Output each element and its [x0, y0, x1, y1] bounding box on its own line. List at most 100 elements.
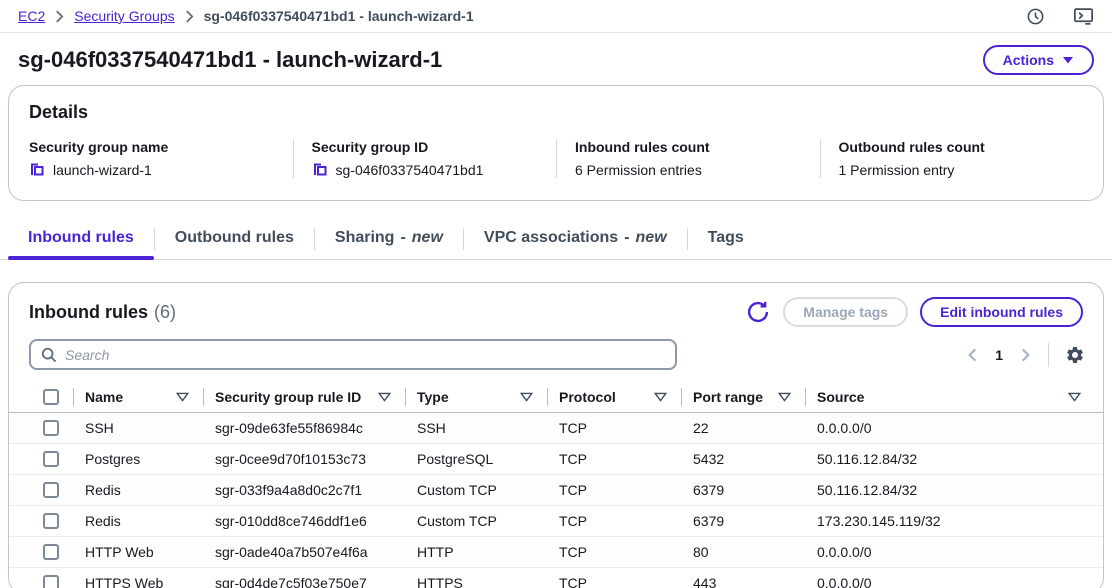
filter-icon[interactable]	[176, 392, 189, 402]
toolbar-divider	[1048, 343, 1049, 367]
breadcrumb-link-security-groups[interactable]: Security Groups	[74, 8, 174, 24]
breadcrumb-link-ec2[interactable]: EC2	[18, 8, 45, 24]
detail-label: Security group name	[29, 139, 293, 155]
cell-source: 0.0.0.0/0	[805, 575, 1095, 588]
breadcrumb-current: sg-046f0337540471bd1 - launch-wizard-1	[204, 8, 474, 24]
cloudshell-icon[interactable]	[1073, 7, 1094, 26]
edit-inbound-rules-button[interactable]: Edit inbound rules	[920, 297, 1083, 327]
row-checkbox[interactable]	[43, 513, 59, 529]
table-row[interactable]: Redis sgr-033f9a4a8d0c2c7f1 Custom TCP T…	[9, 475, 1103, 506]
table-row[interactable]: HTTP Web sgr-0ade40a7b507e4f6a HTTP TCP …	[9, 537, 1103, 568]
cell-name: Postgres	[73, 451, 203, 467]
detail-label: Inbound rules count	[575, 139, 820, 155]
row-checkbox[interactable]	[43, 575, 59, 588]
cell-port-range: 5432	[681, 451, 805, 467]
manage-tags-button[interactable]: Manage tags	[783, 297, 908, 327]
inbound-rules-panel: Inbound rules (6) Manage tags Edit inbou…	[8, 282, 1104, 588]
cell-port-range: 80	[681, 544, 805, 560]
chevron-right-icon	[185, 10, 194, 23]
row-checkbox[interactable]	[43, 544, 59, 560]
actions-button[interactable]: Actions	[983, 45, 1094, 75]
column-header-type[interactable]: Type	[405, 382, 547, 412]
pagination-prev-icon[interactable]	[966, 346, 979, 364]
tab-bar: Inbound rules Outbound rules Sharing-new…	[0, 219, 1112, 260]
filter-icon[interactable]	[778, 392, 791, 402]
cell-protocol: TCP	[547, 544, 681, 560]
tab-outbound-rules[interactable]: Outbound rules	[155, 219, 314, 259]
tab-inbound-rules[interactable]: Inbound rules	[8, 219, 154, 259]
table-row[interactable]: HTTPS Web sgr-0d4de7c5f03e750e7 HTTPS TC…	[9, 568, 1103, 588]
actions-button-label: Actions	[1003, 52, 1054, 68]
column-header-rule-id[interactable]: Security group rule ID	[203, 382, 405, 412]
details-grid: Security group name launch-wizard-1 Secu…	[29, 139, 1083, 178]
cell-source: 50.116.12.84/32	[805, 482, 1095, 498]
tab-vpc-associations[interactable]: VPC associations-new	[464, 219, 687, 259]
clock-icon[interactable]	[1026, 7, 1045, 26]
detail-value: 1 Permission entry	[839, 162, 955, 178]
column-header-name[interactable]: Name	[73, 382, 203, 412]
column-header-protocol[interactable]: Protocol	[547, 382, 681, 412]
pagination-next-icon[interactable]	[1019, 346, 1032, 364]
filter-icon[interactable]	[520, 392, 533, 402]
cell-protocol: TCP	[547, 575, 681, 588]
select-all-checkbox[interactable]	[43, 389, 59, 405]
row-checkbox[interactable]	[43, 482, 59, 498]
topbar-icons	[1026, 7, 1094, 26]
cell-rule-id: sgr-0ade40a7b507e4f6a	[203, 544, 405, 560]
cell-source: 50.116.12.84/32	[805, 451, 1095, 467]
search-box	[29, 339, 677, 370]
cell-type: SSH	[405, 420, 547, 436]
table-row[interactable]: Postgres sgr-0cee9d70f10153c73 PostgreSQ…	[9, 444, 1103, 475]
edit-inbound-rules-label: Edit inbound rules	[940, 304, 1063, 320]
copy-icon[interactable]	[312, 162, 328, 178]
table-row[interactable]: Redis sgr-010dd8ce746ddf1e6 Custom TCP T…	[9, 506, 1103, 537]
panel-count: (6)	[154, 302, 176, 323]
cell-name: HTTP Web	[73, 544, 203, 560]
detail-security-group-id: Security group ID sg-046f0337540471bd1	[293, 139, 557, 178]
cell-name: Redis	[73, 513, 203, 529]
detail-value: sg-046f0337540471bd1	[336, 162, 484, 178]
cell-type: HTTP	[405, 544, 547, 560]
cell-type: Custom TCP	[405, 482, 547, 498]
tab-tags[interactable]: Tags	[688, 219, 764, 259]
filter-icon[interactable]	[378, 392, 391, 402]
cell-name: Redis	[73, 482, 203, 498]
details-card: Details Security group name launch-wizar…	[8, 85, 1104, 201]
row-checkbox[interactable]	[43, 420, 59, 436]
cell-name: HTTPS Web	[73, 575, 203, 588]
manage-tags-label: Manage tags	[803, 304, 888, 320]
cell-protocol: TCP	[547, 451, 681, 467]
chevron-right-icon	[55, 10, 64, 23]
cell-protocol: TCP	[547, 420, 681, 436]
cell-rule-id: sgr-010dd8ce746ddf1e6	[203, 513, 405, 529]
row-checkbox[interactable]	[43, 451, 59, 467]
cell-rule-id: sgr-033f9a4a8d0c2c7f1	[203, 482, 405, 498]
details-heading: Details	[29, 102, 1083, 123]
cell-rule-id: sgr-0d4de7c5f03e750e7	[203, 575, 405, 588]
table-body: SSH sgr-09de63fe55f86984c SSH TCP 22 0.0…	[9, 413, 1103, 588]
page-title: sg-046f0337540471bd1 - launch-wizard-1	[18, 47, 442, 73]
tab-sharing[interactable]: Sharing-new	[315, 219, 463, 259]
column-header-port-range[interactable]: Port range	[681, 382, 805, 412]
detail-label: Security group ID	[312, 139, 557, 155]
table-row[interactable]: SSH sgr-09de63fe55f86984c SSH TCP 22 0.0…	[9, 413, 1103, 444]
cell-port-range: 22	[681, 420, 805, 436]
cell-name: SSH	[73, 420, 203, 436]
cell-protocol: TCP	[547, 482, 681, 498]
detail-security-group-name: Security group name launch-wizard-1	[29, 139, 293, 178]
filter-icon[interactable]	[1068, 392, 1081, 402]
panel-title: Inbound rules	[29, 302, 148, 323]
copy-icon[interactable]	[29, 162, 45, 178]
cell-type: Custom TCP	[405, 513, 547, 529]
cell-source: 173.230.145.119/32	[805, 513, 1095, 529]
cell-port-range: 6379	[681, 513, 805, 529]
refresh-icon[interactable]	[745, 299, 771, 325]
pagination-current-page: 1	[989, 347, 1009, 363]
filter-icon[interactable]	[654, 392, 667, 402]
chevron-down-icon	[1062, 56, 1074, 64]
cell-rule-id: sgr-09de63fe55f86984c	[203, 420, 405, 436]
search-input[interactable]	[65, 347, 665, 363]
gear-icon[interactable]	[1065, 345, 1085, 365]
column-header-source[interactable]: Source	[805, 382, 1095, 412]
cell-type: PostgreSQL	[405, 451, 547, 467]
